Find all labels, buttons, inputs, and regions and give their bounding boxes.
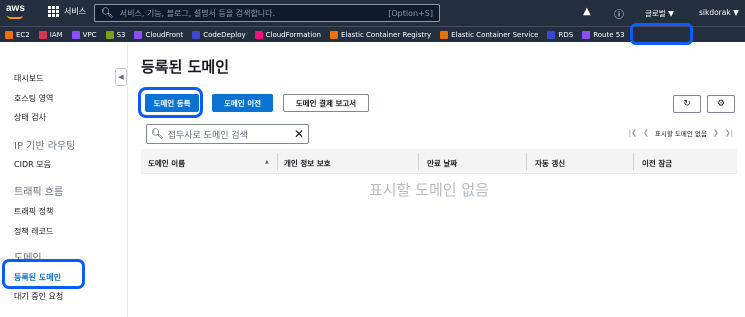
favorite-label: CloudFormation bbox=[265, 30, 321, 39]
favorite-label: Elastic Container Service bbox=[451, 30, 539, 39]
domain-filter-input[interactable]: 🔍︎ 접두사로 도메인 검색 ✕ bbox=[146, 124, 309, 144]
sidebar-item-hosted-zones[interactable]: 호스팅 영역 bbox=[14, 93, 53, 104]
search-icon: 🔍︎ bbox=[101, 7, 114, 19]
clear-filter-icon[interactable]: ✕ bbox=[294, 127, 304, 141]
favorite-label: CloudFront bbox=[145, 30, 184, 39]
sidebar-item-traffic-policies[interactable]: 트래픽 정책 bbox=[14, 206, 53, 217]
favorite-ecr[interactable]: Elastic Container Registry bbox=[329, 30, 432, 39]
favorite-cloudfront[interactable]: CloudFront bbox=[134, 30, 184, 39]
sidebar-item-health-checks[interactable]: 상태 검사 bbox=[14, 112, 46, 123]
sidebar-item-policy-records[interactable]: 정책 레코드 bbox=[14, 226, 53, 237]
favorite-cloudformation[interactable]: CloudFormation bbox=[254, 30, 321, 39]
column-divider bbox=[277, 153, 278, 170]
column-header-transfer-lock[interactable]: 이전 잠금 bbox=[642, 158, 672, 169]
region-selector[interactable]: 글로벌 ▼ bbox=[645, 8, 674, 19]
pagination: |❮ ❮ 표시할 도메인 없음 ❯ ❯| bbox=[623, 128, 733, 138]
vpc-icon bbox=[71, 30, 80, 39]
gear-icon: ⚙ bbox=[716, 99, 726, 109]
prev-page-icon[interactable]: ❮ bbox=[643, 129, 649, 137]
help-icon[interactable]: ⓘ bbox=[614, 6, 624, 21]
ecr-icon bbox=[329, 30, 338, 39]
grid-icon bbox=[48, 6, 59, 17]
sidebar-collapse-button[interactable]: ◀ bbox=[115, 68, 127, 86]
favorite-vpc[interactable]: VPC bbox=[71, 30, 97, 39]
favorite-s3[interactable]: S3 bbox=[105, 30, 126, 39]
favorite-label: IAM bbox=[49, 30, 63, 39]
cloudformation-icon bbox=[254, 30, 263, 39]
sidebar-item-pending-requests[interactable]: 대기 중인 요청 bbox=[14, 291, 63, 302]
first-page-icon[interactable]: |❮ bbox=[629, 129, 637, 137]
sort-asc-icon[interactable]: ▲ bbox=[265, 159, 269, 165]
sidebar-section-ip-routing: IP 기반 라우팅 bbox=[14, 141, 76, 152]
iam-icon bbox=[38, 30, 47, 39]
refresh-icon: ↻ bbox=[683, 99, 691, 109]
aws-logo-text: aws bbox=[6, 3, 25, 14]
column-header-domain-name[interactable]: 도메인 이름 bbox=[148, 158, 185, 169]
services-label: 서비스 bbox=[64, 7, 87, 16]
next-page-icon[interactable]: ❯ bbox=[713, 129, 719, 137]
account-menu[interactable]: sikdorak ▼ bbox=[699, 8, 739, 17]
ecs-icon bbox=[440, 30, 449, 39]
aws-smile-icon bbox=[7, 15, 23, 19]
favorite-label: Elastic Container Registry bbox=[340, 30, 432, 39]
favorite-label: CodeDeploy bbox=[203, 30, 246, 39]
column-header-privacy-protection[interactable]: 개인 정보 보호 bbox=[284, 158, 331, 169]
favorite-codedeploy[interactable]: CodeDeploy bbox=[192, 30, 246, 39]
empty-state-text: 표시할 도메인 없음 bbox=[369, 181, 489, 199]
favorite-rds[interactable]: RDS bbox=[547, 30, 574, 39]
sidebar-item-dashboard[interactable]: 대시보드 bbox=[14, 73, 43, 84]
rds-icon bbox=[547, 30, 556, 39]
ec2-icon bbox=[5, 30, 13, 39]
favorite-ecs[interactable]: Elastic Container Service bbox=[440, 30, 539, 39]
search-icon: 🔍︎ bbox=[151, 128, 164, 140]
cloudshell-icon[interactable]: ▲ bbox=[583, 6, 591, 17]
favorite-label: S3 bbox=[116, 30, 126, 39]
billing-report-button[interactable]: 도메인 결제 보고서 bbox=[283, 94, 369, 112]
column-divider bbox=[633, 153, 634, 170]
top-nav-bar: aws 서비스 🔍︎ 서비스, 기능, 블로그, 설명서 등을 검색합니다. [… bbox=[0, 0, 745, 26]
sidebar-item-cidr-collections[interactable]: CIDR 모음 bbox=[14, 159, 51, 170]
route53-highlight bbox=[630, 23, 693, 45]
sidebar-section-traffic-flow: 트래픽 흐름 bbox=[14, 187, 64, 198]
column-header-auto-renew[interactable]: 자동 갱신 bbox=[535, 158, 565, 169]
search-shortcut: [Option+S] bbox=[388, 8, 433, 18]
filter-placeholder: 접두사로 도메인 검색 bbox=[167, 130, 248, 141]
column-divider bbox=[526, 153, 527, 170]
favorite-route53[interactable]: Route 53 bbox=[582, 30, 625, 39]
column-header-expiration-date[interactable]: 만료 날짜 bbox=[427, 158, 457, 169]
services-menu-button[interactable]: 서비스 bbox=[48, 6, 86, 17]
favorite-ec2[interactable]: EC2 bbox=[5, 30, 30, 39]
s3-icon bbox=[105, 30, 114, 39]
favorite-label: VPC bbox=[82, 30, 97, 39]
pager-label: 표시할 도메인 없음 bbox=[654, 130, 707, 138]
page-title: 등록된 도메인 bbox=[141, 58, 230, 76]
favorite-iam[interactable]: IAM bbox=[38, 30, 63, 39]
settings-button[interactable]: ⚙ bbox=[707, 95, 735, 113]
codedeploy-icon bbox=[192, 30, 201, 39]
favorite-label: RDS bbox=[558, 30, 574, 39]
chevron-left-icon: ◀ bbox=[118, 73, 124, 81]
favorite-label: EC2 bbox=[16, 30, 30, 39]
refresh-button[interactable]: ↻ bbox=[673, 95, 701, 113]
search-placeholder: 서비스, 기능, 블로그, 설명서 등을 검색합니다. bbox=[119, 8, 276, 18]
last-page-icon[interactable]: ❯| bbox=[725, 129, 733, 137]
column-divider bbox=[418, 153, 419, 170]
favorite-label: Route 53 bbox=[593, 30, 625, 39]
registered-domains-highlight bbox=[2, 259, 85, 289]
aws-logo[interactable]: aws bbox=[6, 3, 25, 19]
global-search-input[interactable]: 🔍︎ 서비스, 기능, 블로그, 설명서 등을 검색합니다. [Option+S… bbox=[94, 4, 440, 22]
transfer-domain-button[interactable]: 도메인 이전 bbox=[212, 94, 273, 112]
route53-icon bbox=[582, 30, 591, 39]
register-button-highlight bbox=[138, 87, 203, 118]
cloudfront-icon bbox=[134, 30, 143, 39]
